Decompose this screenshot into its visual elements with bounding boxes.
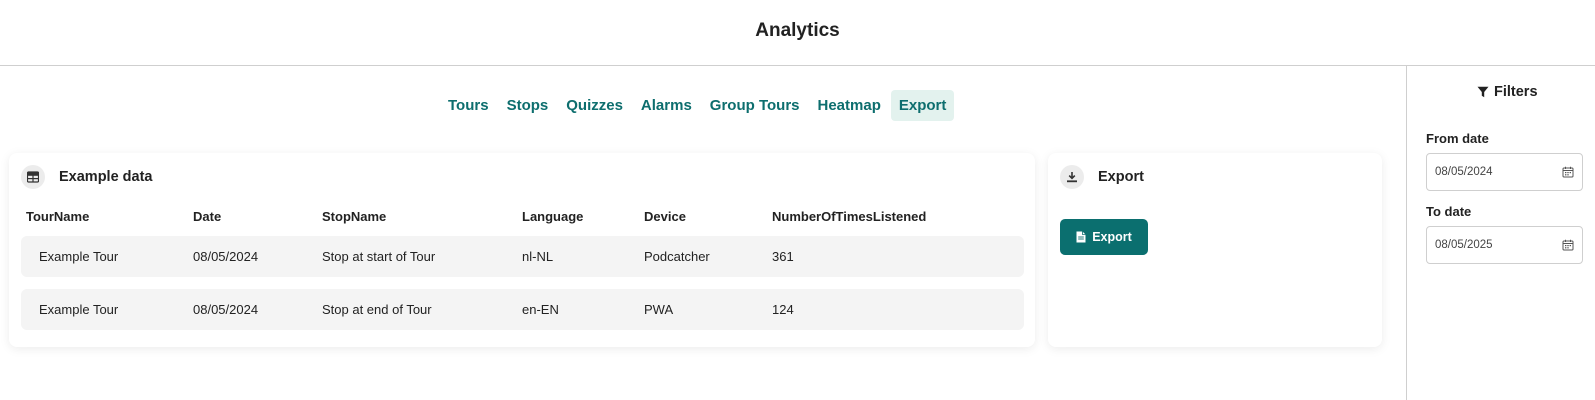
filters-title: Filters bbox=[1494, 84, 1538, 100]
download-icon bbox=[1060, 165, 1084, 189]
column-header-times-listened: NumberOfTimesListened bbox=[772, 209, 927, 224]
column-header-tourname: TourName bbox=[26, 209, 90, 224]
cell-device: PWA bbox=[644, 302, 674, 317]
from-date-value: 08/05/2024 bbox=[1435, 166, 1493, 178]
to-date-label: To date bbox=[1426, 204, 1472, 219]
analytics-tabs: Tours Stops Quizzes Alarms Group Tours H… bbox=[440, 89, 955, 122]
export-button[interactable]: Export bbox=[1060, 219, 1148, 255]
tab-heatmap[interactable]: Heatmap bbox=[810, 90, 889, 121]
from-date-label: From date bbox=[1426, 131, 1489, 146]
table-row: Example Tour 08/05/2024 Stop at start of… bbox=[21, 236, 1024, 277]
export-card-header: Export bbox=[1060, 165, 1144, 189]
cell-language: nl-NL bbox=[522, 249, 554, 264]
calendar-icon[interactable] bbox=[1562, 239, 1574, 251]
example-data-header: Example data bbox=[21, 165, 153, 189]
export-card-title: Export bbox=[1098, 169, 1144, 185]
export-card: Export Export bbox=[1048, 153, 1382, 347]
page-title: Analytics bbox=[755, 20, 840, 41]
example-data-card: Example data TourName Date StopName Lang… bbox=[9, 153, 1035, 347]
tab-tours[interactable]: Tours bbox=[440, 90, 497, 121]
column-header-date: Date bbox=[193, 209, 222, 224]
cell-tourname: Example Tour bbox=[39, 302, 119, 317]
export-button-label: Export bbox=[1092, 230, 1132, 244]
file-icon bbox=[1076, 231, 1086, 243]
cell-date: 08/05/2024 bbox=[193, 249, 259, 264]
from-date-input[interactable]: 08/05/2024 bbox=[1426, 153, 1583, 191]
cell-date: 08/05/2024 bbox=[193, 302, 259, 317]
example-data-title: Example data bbox=[59, 169, 153, 185]
table-header-row: TourName Date StopName Language Device N… bbox=[9, 207, 1035, 227]
tab-stops[interactable]: Stops bbox=[499, 90, 557, 121]
tab-export[interactable]: Export bbox=[890, 90, 955, 121]
to-date-value: 08/05/2025 bbox=[1435, 239, 1493, 251]
cell-times-listened: 124 bbox=[772, 302, 794, 317]
filter-icon bbox=[1477, 86, 1489, 98]
filters-panel: Filters From date 08/05/2024 To date 08/… bbox=[1406, 66, 1595, 400]
cell-tourname: Example Tour bbox=[39, 249, 119, 264]
tab-quizzes[interactable]: Quizzes bbox=[558, 90, 631, 121]
column-header-stopname: StopName bbox=[322, 209, 387, 224]
table-row: Example Tour 08/05/2024 Stop at end of T… bbox=[21, 289, 1024, 330]
tab-alarms[interactable]: Alarms bbox=[633, 90, 700, 121]
to-date-input[interactable]: 08/05/2025 bbox=[1426, 226, 1583, 264]
table-icon bbox=[21, 165, 45, 189]
cell-language: en-EN bbox=[522, 302, 559, 317]
tab-group-tours[interactable]: Group Tours bbox=[702, 90, 808, 121]
cell-stopname: Stop at end of Tour bbox=[322, 302, 432, 317]
cell-times-listened: 361 bbox=[772, 249, 794, 264]
column-header-language: Language bbox=[522, 209, 584, 224]
cell-device: Podcatcher bbox=[644, 249, 710, 264]
column-header-device: Device bbox=[644, 209, 686, 224]
filters-heading: Filters bbox=[1477, 84, 1538, 100]
cell-stopname: Stop at start of Tour bbox=[322, 249, 436, 264]
app-header: Analytics bbox=[0, 0, 1595, 66]
calendar-icon[interactable] bbox=[1562, 166, 1574, 178]
